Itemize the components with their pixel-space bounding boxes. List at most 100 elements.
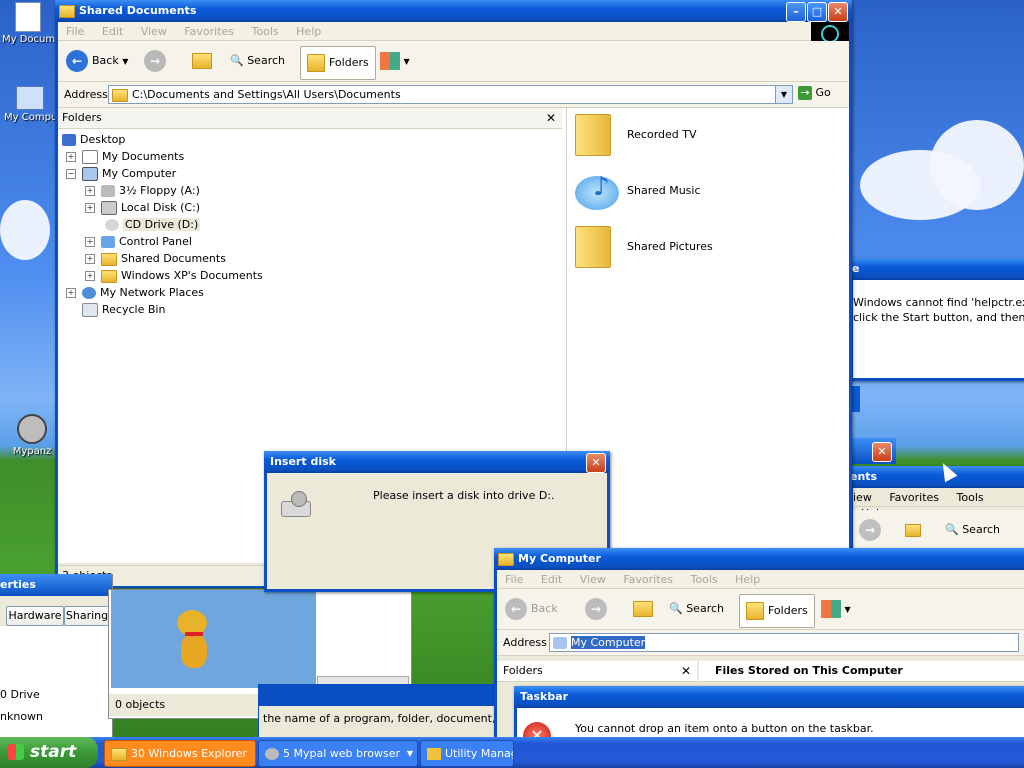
tree-item-network-places[interactable]: + My Network Places — [66, 285, 204, 301]
tree-item-desktop[interactable]: Desktop — [62, 132, 125, 148]
menu-favorites[interactable]: Favorites — [184, 25, 234, 38]
close-icon[interactable]: ✕ — [681, 661, 691, 681]
tree-item-my-computer[interactable]: − My Computer — [66, 166, 176, 182]
desktop-icon-mypanz[interactable]: Mypanz — [8, 412, 56, 468]
close-button[interactable]: ✕ — [872, 442, 892, 462]
expand-icon[interactable]: + — [66, 152, 76, 162]
maximize-button[interactable]: □ — [807, 2, 827, 22]
close-button[interactable]: ✕ — [828, 2, 848, 22]
network-icon — [82, 287, 96, 299]
expand-icon[interactable]: + — [85, 254, 95, 264]
window-titlebar[interactable]: e — [850, 258, 1024, 280]
desktop-icon-my-documents[interactable]: My Docum — [2, 0, 55, 56]
window-title: Taskbar — [520, 690, 569, 703]
tree-item-xp-documents[interactable]: + Windows XP's Documents — [85, 268, 263, 284]
views-button[interactable]: ▼ — [380, 49, 410, 73]
address-dropdown-button[interactable]: ▼ — [775, 85, 793, 104]
window-titlebar[interactable]: Taskbar — [514, 686, 1024, 708]
tab-sharing[interactable]: Sharing — [64, 606, 110, 626]
menu-help[interactable]: Help — [296, 25, 321, 38]
menu-tools[interactable]: Tools — [252, 25, 279, 38]
tree-item-shared-documents[interactable]: + Shared Documents — [85, 251, 226, 267]
folders-button[interactable]: Folders — [300, 46, 376, 80]
window-titlebar[interactable]: Insert disk ✕ — [264, 451, 610, 473]
search-label: Search — [686, 602, 724, 615]
tree-item-local-disk[interactable]: + Local Disk (C:) — [85, 200, 200, 216]
run-dialog-fragment: the name of a program, folder, document,… — [258, 684, 510, 738]
minimize-button[interactable]: – — [786, 2, 806, 22]
search-button[interactable]: 🔍 Search — [945, 518, 1000, 542]
address-input[interactable]: C:\Documents and Settings\All Users\Docu… — [108, 85, 776, 104]
forward-button[interactable]: → — [144, 49, 170, 73]
properties-window-fragment: erties Hardware Sharing 0 Drive nknown — [0, 574, 113, 738]
up-folder-button[interactable] — [633, 597, 657, 621]
tree-item-cd-drive[interactable]: CD Drive (D:) — [85, 217, 201, 233]
tab-hardware[interactable]: Hardware — [6, 606, 64, 626]
back-label: Back — [92, 54, 119, 67]
menu-favorites[interactable]: Favorites — [623, 573, 673, 586]
expand-icon[interactable]: + — [85, 186, 95, 196]
desktop-icon-my-computer[interactable]: My Compu — [4, 84, 58, 140]
views-button[interactable]: ▼ — [821, 597, 851, 621]
folders-button[interactable]: Folders — [739, 594, 815, 628]
window-titlebar[interactable]: erties — [0, 574, 112, 596]
desktop-icon — [62, 134, 76, 146]
desktop-icon-label: My Compu — [4, 112, 58, 123]
collapse-icon[interactable]: − — [66, 169, 76, 179]
up-folder-button[interactable] — [905, 518, 925, 542]
expand-icon[interactable]: + — [85, 237, 95, 247]
expand-icon[interactable]: + — [85, 203, 95, 213]
toolbar: → 🔍 Search — [853, 510, 1024, 551]
file-item-shared-music[interactable]: ♪ Shared Music — [575, 170, 815, 218]
address-input[interactable]: My Computer — [549, 633, 1019, 652]
close-button[interactable]: ✕ — [586, 453, 606, 473]
taskbar-button-utility-manager[interactable]: Utility Manag — [420, 740, 514, 767]
expand-icon[interactable]: + — [85, 271, 95, 281]
menu-view[interactable]: View — [580, 573, 606, 586]
menu-file[interactable]: File — [505, 573, 523, 586]
folders-pane-header: Folders ✕ — [58, 108, 562, 129]
tree-item-recycle-bin[interactable]: Recycle Bin — [66, 302, 165, 318]
toolbar: ← Back → 🔍 Search Folders ▼ — [497, 589, 1024, 630]
forward-button[interactable]: → — [585, 597, 611, 621]
start-button[interactable]: start — [0, 737, 98, 768]
back-button[interactable]: ← Back — [505, 597, 558, 621]
document-icon — [82, 150, 98, 164]
file-item-recorded-tv[interactable]: Recorded TV — [575, 114, 815, 162]
back-button[interactable]: ← Back ▼ — [66, 49, 128, 73]
tree-item-label: My Computer — [102, 167, 177, 180]
folder-icon — [111, 747, 127, 761]
back-arrow-icon: ← — [66, 50, 88, 72]
window-titlebar[interactable]: My Computer — [494, 548, 1024, 570]
taskbar-button-mypal[interactable]: 5 Mypal web browser ▼ — [258, 740, 418, 767]
expand-icon[interactable]: + — [66, 288, 76, 298]
window-titlebar[interactable]: Shared Documents – □ ✕ — [55, 0, 852, 22]
up-folder-icon — [192, 53, 212, 69]
views-icon — [380, 52, 400, 70]
menu-edit[interactable]: Edit — [541, 573, 562, 586]
menu-view[interactable]: iew — [853, 491, 872, 504]
taskbar-button-windows-explorer[interactable]: 30 Windows Explorer — [104, 740, 256, 767]
menu-file[interactable]: File — [66, 25, 84, 38]
file-item-shared-pictures[interactable]: Shared Pictures — [575, 226, 815, 274]
search-button[interactable]: 🔍 Search — [669, 597, 724, 621]
control-panel-icon — [101, 236, 115, 248]
search-button[interactable]: 🔍 Search — [230, 49, 285, 73]
window-titlebar[interactable]: ents — [850, 466, 1024, 488]
menu-help[interactable]: Help — [735, 573, 760, 586]
menu-tools[interactable]: Tools — [691, 573, 718, 586]
tree-item-my-documents[interactable]: + My Documents — [66, 149, 184, 165]
menu-favorites[interactable]: Favorites — [889, 491, 939, 504]
go-button[interactable]: → Go — [798, 86, 831, 100]
up-folder-button[interactable] — [192, 49, 216, 73]
menu-edit[interactable]: Edit — [102, 25, 123, 38]
menu-tools[interactable]: Tools — [957, 491, 984, 504]
folder-icon — [307, 54, 325, 72]
status-text: 0 objects — [115, 698, 166, 711]
forward-button[interactable]: → — [859, 518, 885, 542]
tree-item-control-panel[interactable]: + Control Panel — [85, 234, 192, 250]
tree-item-floppy[interactable]: +3½ Floppy (A:) — [85, 183, 200, 199]
menu-view[interactable]: View — [141, 25, 167, 38]
close-icon[interactable]: ✕ — [546, 108, 556, 128]
go-label: Go — [815, 86, 831, 99]
